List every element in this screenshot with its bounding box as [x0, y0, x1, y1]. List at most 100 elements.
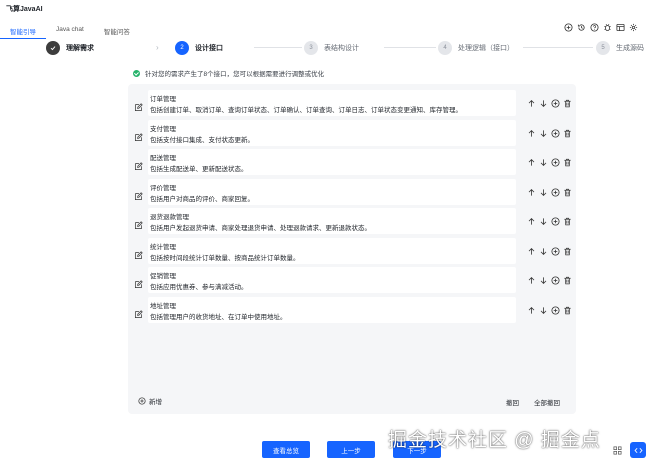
row-actions [527, 99, 572, 108]
edit-icon[interactable] [134, 158, 143, 171]
trash-icon[interactable] [563, 99, 572, 108]
step-logic[interactable]: 4 处理逻辑（接口） [438, 40, 514, 56]
edit-icon[interactable] [134, 276, 143, 289]
interface-title: 支付管理 [150, 125, 176, 133]
interface-description: 包括管理用户的收货地址、在订单中使用地址。 [150, 313, 287, 321]
check-icon [46, 41, 60, 55]
interface-row: 退货退款管理 包括用户发起退货申请、商家处理退货申请、处理退款请求、更新退款状态。 [128, 208, 576, 234]
arrow-down-icon[interactable] [539, 188, 548, 197]
title-bar: 飞算JavaAI [0, 0, 650, 18]
interface-description: 包括应用优惠券、参与满减活动。 [150, 284, 248, 291]
interface-row: 配送管理 包括生成配送单、更新配送状态。 [128, 149, 576, 175]
undo-button[interactable]: 撤回 [506, 397, 519, 407]
interface-description: 包括生成配送单、更新配送状态。 [150, 166, 248, 173]
trash-icon[interactable] [563, 217, 572, 226]
trash-icon[interactable] [563, 276, 572, 285]
help-icon[interactable] [590, 23, 599, 32]
interface-row: 订单管理 包括创建订单、取消订单、查询订单状态、订单确认、订单查询、订单日志、订单… [128, 90, 576, 116]
trash-icon[interactable] [563, 129, 572, 138]
add-circle-icon[interactable] [551, 187, 560, 197]
edit-icon[interactable] [134, 247, 143, 259]
interface-card[interactable]: 订单管理 包括创建订单、取消订单、查询订单状态、订单确认、订单查询、订单日志、订单… [148, 90, 516, 116]
trash-icon[interactable] [563, 188, 572, 197]
success-check-icon [133, 69, 140, 77]
edit-icon[interactable] [134, 99, 143, 112]
tab-guide[interactable]: 智能引导 [0, 22, 46, 39]
arrow-up-icon[interactable] [527, 158, 536, 167]
step-label: 表结构设计 [324, 45, 359, 52]
add-circle-icon[interactable] [551, 99, 560, 108]
step-label: 生成源码 [616, 45, 644, 52]
interface-card[interactable]: 配送管理 包括生成配送单、更新配送状态。 [148, 149, 516, 175]
interface-description: 包括用户发起退货申请、商家处理退货申请、处理退款请求、更新退款状态。 [150, 225, 371, 232]
trash-icon[interactable] [563, 247, 572, 256]
app-title: 飞算JavaAI [6, 6, 43, 13]
arrow-up-icon[interactable] [527, 247, 536, 256]
trash-icon[interactable] [563, 158, 572, 167]
prev-step-button[interactable]: 上一步 [327, 441, 375, 458]
add-circle-icon[interactable] [564, 23, 573, 32]
row-actions [527, 217, 572, 226]
arrow-up-icon[interactable] [527, 306, 536, 315]
undo-all-button[interactable]: 全部撤回 [534, 397, 560, 407]
interface-title: 促销管理 [150, 273, 176, 280]
add-button[interactable]: 新增 [138, 396, 162, 406]
nav-tabs: 智能引导 Java chat 智能问答 [0, 22, 140, 39]
arrow-down-icon[interactable] [539, 306, 548, 315]
bug-icon[interactable] [603, 23, 612, 32]
interface-card[interactable]: 退货退款管理 包括用户发起退货申请、商家处理退货申请、处理退款请求、更新退款状态。 [148, 208, 516, 234]
step-number: 5 [596, 41, 610, 55]
step-understand[interactable]: 理解需求 [46, 40, 94, 56]
interface-card[interactable]: 评价管理 包括用户对商品的评价、商家回复。 [148, 178, 516, 205]
arrow-down-icon[interactable] [539, 217, 548, 226]
arrow-down-icon[interactable] [539, 247, 548, 256]
arrow-up-icon[interactable] [527, 188, 536, 197]
row-actions [527, 128, 572, 138]
add-circle-icon [138, 397, 146, 405]
interface-card[interactable]: 支付管理 包括支付接口集成、支付状态更新。 [148, 119, 516, 146]
arrow-down-icon[interactable] [539, 158, 548, 167]
interface-card[interactable]: 促销管理包括应用优惠券、参与满减活动。 [148, 267, 516, 293]
trash-icon[interactable] [563, 306, 572, 315]
interface-card[interactable]: 统计管理 包括按时间段统计订单数量、按商品统计订单数量。 [148, 237, 516, 264]
interface-title: 评价管理 [150, 184, 176, 192]
interface-panel: 订单管理 包括创建订单、取消订单、查询订单状态、订单确认、订单查询、订单日志、订单… [128, 84, 576, 414]
add-circle-icon[interactable] [551, 217, 560, 226]
add-circle-icon[interactable] [551, 305, 560, 315]
arrow-down-icon[interactable] [539, 276, 548, 285]
row-actions [527, 158, 572, 167]
step-design-api[interactable]: 2 设计接口 [175, 40, 223, 56]
edit-icon[interactable] [134, 306, 143, 318]
arrow-down-icon[interactable] [539, 129, 548, 138]
add-circle-icon[interactable] [551, 158, 560, 167]
tab-java-chat[interactable]: Java chat [46, 22, 94, 38]
code-icon[interactable] [630, 442, 646, 458]
history-icon[interactable] [577, 23, 586, 32]
add-circle-icon[interactable] [551, 128, 560, 138]
arrow-up-icon[interactable] [527, 276, 536, 285]
arrow-up-icon[interactable] [527, 99, 536, 108]
settings-icon[interactable] [629, 23, 638, 32]
step-label: 设计接口 [195, 45, 223, 52]
view-overview-button[interactable]: 查看总览 [262, 441, 310, 458]
step-label: 理解需求 [66, 45, 94, 52]
edit-icon[interactable] [134, 217, 143, 230]
add-button-label: 新增 [149, 399, 162, 406]
layout-icon[interactable] [616, 23, 625, 32]
corner-icons [609, 442, 646, 458]
interface-row: 地址管理 包括管理用户的收货地址、在订单中使用地址。 [128, 296, 576, 323]
edit-icon[interactable] [134, 129, 143, 141]
arrow-up-icon[interactable] [527, 129, 536, 138]
arrow-down-icon[interactable] [539, 99, 548, 108]
add-circle-icon[interactable] [551, 246, 560, 256]
step-generate[interactable]: 5 生成源码 [596, 40, 644, 56]
grid-icon[interactable] [609, 442, 625, 458]
tab-qa[interactable]: 智能问答 [94, 22, 140, 38]
interface-card[interactable]: 地址管理 包括管理用户的收货地址、在订单中使用地址。 [148, 296, 516, 323]
add-circle-icon[interactable] [551, 276, 560, 285]
edit-icon[interactable] [134, 188, 143, 200]
chevron-right-icon: › [156, 43, 159, 52]
arrow-up-icon[interactable] [527, 217, 536, 226]
interface-description: 包括按时间段统计订单数量、按商品统计订单数量。 [150, 254, 300, 262]
step-table-design[interactable]: 3 表结构设计 [304, 40, 359, 56]
